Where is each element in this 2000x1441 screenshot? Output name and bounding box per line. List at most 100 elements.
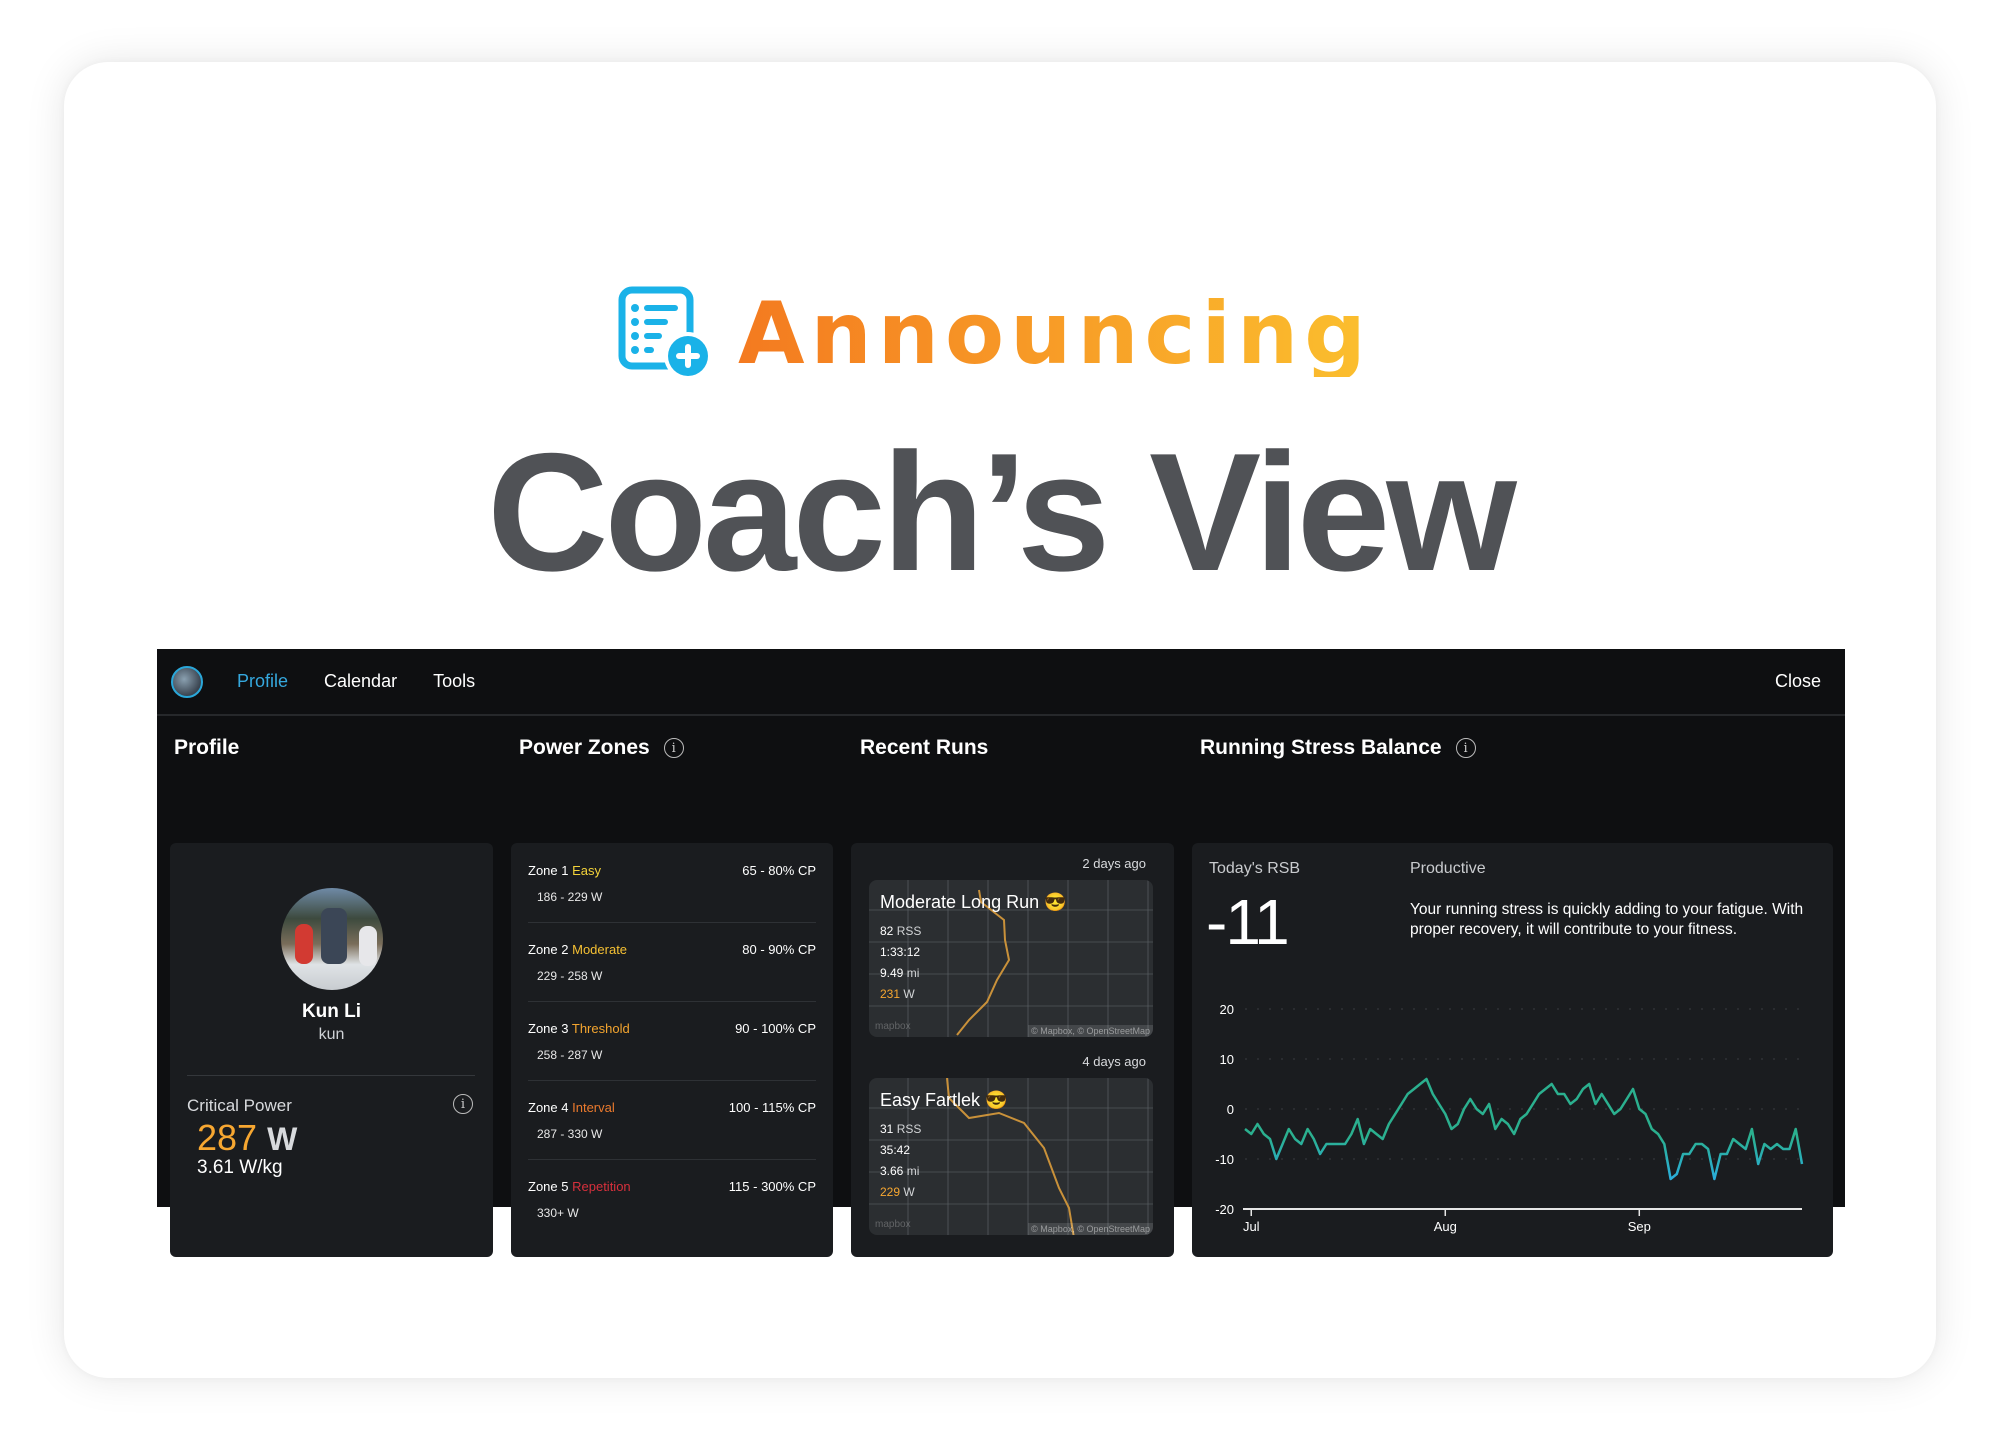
run-power: 231 W — [880, 987, 915, 1001]
zone-title: Zone 2 Moderate — [528, 942, 627, 957]
rsb-state: Productive — [1410, 860, 1486, 877]
rss-value: 82 — [880, 924, 894, 938]
info-icon[interactable]: i — [1455, 738, 1476, 758]
zone-watts: 186 - 229 W — [537, 890, 603, 904]
watts-per-kg: 3.61 W/kg — [197, 1157, 283, 1178]
checklist-add-icon — [618, 286, 712, 380]
zone-number: Zone 4 — [528, 1100, 569, 1115]
zone-title: Zone 3 Threshold — [528, 1021, 630, 1036]
zone-number: Zone 5 — [528, 1179, 569, 1194]
zone-number: Zone 2 — [528, 942, 569, 957]
rsb-series-line — [1244, 1077, 1804, 1181]
nav-tab-tools[interactable]: Tools — [433, 671, 475, 692]
profile-heading: Profile — [174, 736, 240, 759]
today-rsb-label: Today's RSB — [1209, 860, 1301, 877]
power-value: 229 — [880, 1185, 901, 1199]
run-rss: 31 RSS — [880, 1122, 921, 1136]
announcing-label: Announcing — [738, 284, 1372, 384]
map-attribution[interactable]: © Mapbox, © OpenStreetMap — [1028, 1025, 1153, 1037]
zone-percent: 100 - 115% CP — [728, 1100, 816, 1115]
zone-percent: 80 - 90% CP — [742, 942, 816, 957]
rss-unit: RSS — [896, 924, 922, 938]
critical-power-unit: W — [267, 1121, 298, 1157]
y-tick-label: -20 — [1215, 1202, 1234, 1217]
zone-name: Moderate — [572, 942, 628, 957]
power-zones-title: Power Zones i — [519, 736, 684, 760]
run-time: 1:33:12 — [880, 945, 921, 959]
photo-runner — [295, 924, 313, 964]
zone-name: Repetition — [572, 1179, 631, 1194]
profile-panel: Kun Li kun Critical Power i 287 W 3.61 W… — [170, 843, 493, 1257]
run-title: Moderate Long Run 😎 — [880, 892, 1067, 912]
run-rss: 82 RSS — [880, 924, 921, 938]
rsb-panel: Today's RSB -11 Productive Your running … — [1192, 843, 1833, 1257]
rsb-title: Running Stress Balance i — [1200, 736, 1476, 760]
mapbox-logo[interactable]: mapbox — [875, 1219, 911, 1230]
zone-percent: 90 - 100% CP — [735, 1021, 816, 1036]
zone-name: Interval — [572, 1100, 615, 1115]
zone-name: Threshold — [571, 1021, 630, 1036]
map-attribution[interactable]: © Mapbox, © OpenStreetMap — [1028, 1223, 1153, 1235]
zone-title: Zone 5 Repetition — [528, 1179, 631, 1194]
profile-photo — [281, 888, 383, 990]
zone-title: Zone 1 Easy — [528, 863, 601, 878]
run-card[interactable]: Easy Fartlek 😎 31 RSS 35:42 3.66 mi 229 Wmap… — [869, 1078, 1153, 1235]
power-zones-heading: Power Zones — [519, 736, 650, 759]
announcement-header: Announcing — [618, 286, 1372, 382]
power-zone-row: Zone 4 Interval 100 - 115% CP 287 - 330 W — [528, 1080, 816, 1160]
power-value: 231 — [880, 987, 901, 1001]
headline: Coach’s View — [487, 418, 1517, 606]
zone-title: Zone 4 Interval — [528, 1100, 615, 1115]
x-tick-label: Jul — [1243, 1219, 1260, 1234]
nav-tab-profile[interactable]: Profile — [237, 671, 288, 692]
zone-name: Easy — [572, 863, 602, 878]
today-rsb-value: -11 — [1206, 886, 1290, 958]
distance-unit: mi — [906, 1164, 920, 1178]
power-zones-panel: Zone 1 Easy 65 - 80% CP 186 - 229 W Zone 2 … — [511, 843, 833, 1257]
y-tick-label: 10 — [1220, 1052, 1234, 1067]
x-tick-label: Aug — [1434, 1219, 1457, 1234]
info-icon[interactable]: i — [663, 738, 684, 758]
distance-value: 9.49 — [880, 966, 904, 980]
mapbox-logo[interactable]: mapbox — [875, 1021, 911, 1032]
user-avatar[interactable] — [171, 665, 203, 698]
nav-tab-calendar[interactable]: Calendar — [324, 671, 397, 692]
info-icon[interactable]: i — [453, 1094, 473, 1114]
zone-watts: 229 - 258 W — [537, 969, 603, 983]
x-tick-label: Sep — [1628, 1219, 1651, 1234]
zone-watts: 258 - 287 W — [537, 1048, 603, 1062]
recent-runs-heading: Recent Runs — [860, 736, 989, 759]
athlete-username: kun — [318, 1026, 345, 1043]
recent-runs-panel: 2 days ago Moderate Long Run 😎 82 RSS 1:33:… — [851, 843, 1174, 1257]
photo-runner — [321, 908, 347, 964]
run-distance: 3.66 mi — [880, 1164, 919, 1178]
zone-watts: 287 - 330 W — [537, 1127, 603, 1141]
run-time: 35:42 — [880, 1143, 911, 1157]
top-nav: Profile Calendar Tools Close — [157, 649, 1845, 716]
coach-app-window: Profile Calendar Tools Close Profile Kun… — [157, 649, 1845, 1257]
rss-value: 31 — [880, 1122, 894, 1136]
power-zone-row: Zone 1 Easy 65 - 80% CP 186 - 229 W — [528, 843, 816, 923]
run-card[interactable]: Moderate Long Run 😎 82 RSS 1:33:12 9.49 mi 2… — [869, 880, 1153, 1037]
zone-number: Zone 3 — [528, 1021, 569, 1036]
distance-value: 3.66 — [880, 1164, 904, 1178]
run-distance: 9.49 mi — [880, 966, 919, 980]
divider — [187, 1075, 475, 1076]
run-date: 4 days ago — [1082, 1054, 1146, 1069]
power-zone-row: Zone 2 Moderate 80 - 90% CP 229 - 258 W — [528, 922, 816, 1002]
power-unit: W — [903, 1185, 915, 1199]
zone-percent: 115 - 300% CP — [728, 1179, 816, 1194]
critical-power-number: 287 — [197, 1117, 258, 1158]
y-tick-label: -10 — [1215, 1152, 1234, 1167]
critical-power-label: Critical Power — [187, 1096, 292, 1115]
zone-percent: 65 - 80% CP — [742, 863, 816, 878]
run-power: 229 W — [880, 1185, 915, 1199]
distance-unit: mi — [906, 966, 920, 980]
rsb-description: Your running stress is quickly adding to… — [1410, 901, 1804, 939]
close-button[interactable]: Close — [1775, 671, 1821, 692]
run-title: Easy Fartlek 😎 — [880, 1090, 1008, 1110]
zone-number: Zone 1 — [528, 863, 569, 878]
power-zone-row: Zone 3 Threshold 90 - 100% CP 258 - 287 W — [528, 1001, 816, 1081]
rsb-heading: Running Stress Balance — [1200, 736, 1442, 759]
power-zone-row: Zone 5 Repetition 115 - 300% CP 330+ W — [528, 1159, 816, 1239]
